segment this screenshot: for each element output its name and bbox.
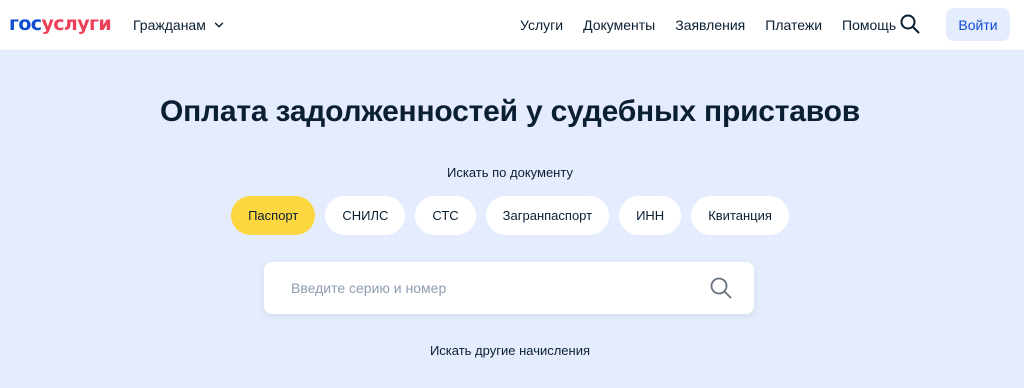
document-number-input[interactable] [264, 262, 704, 314]
chip-receipt[interactable]: Квитанция [691, 196, 789, 235]
logo-part-uslugi: услуги [41, 13, 112, 35]
chip-foreign-passport[interactable]: Загранпаспорт [485, 196, 610, 235]
nav-item-help[interactable]: Помощь [842, 16, 896, 34]
citizens-label: Гражданам [133, 17, 206, 33]
search-icon[interactable] [709, 276, 733, 300]
logo-part-gos: гос [9, 13, 42, 35]
nav-item-services[interactable]: Услуги [520, 16, 563, 34]
search-icon[interactable] [899, 13, 921, 35]
login-button[interactable]: Войти [946, 8, 1010, 41]
document-type-chips: Паспорт СНИЛС СТС Загранпаспорт ИНН Квит… [0, 196, 1020, 235]
chip-inn[interactable]: ИНН [619, 196, 682, 235]
gosuslugi-logo[interactable]: госуслуги [9, 13, 112, 35]
chevron-down-icon [214, 22, 224, 28]
main-nav: Услуги Документы Заявления Платежи Помощ… [520, 16, 896, 34]
chip-snils[interactable]: СНИЛС [325, 196, 406, 235]
nav-item-documents[interactable]: Документы [583, 16, 655, 34]
search-other-charges-link[interactable]: Искать другие начисления [0, 342, 1020, 360]
document-search-subtitle: Искать по документу [447, 165, 573, 180]
nav-item-applications[interactable]: Заявления [675, 16, 745, 34]
site-header: госуслуги Гражданам Услуги Документы Зая… [0, 0, 1024, 50]
header-divider [0, 50, 1024, 51]
page-title: Оплата задолженностей у судебных пристав… [160, 95, 860, 128]
chip-sts[interactable]: СТС [415, 196, 476, 235]
citizens-dropdown[interactable]: Гражданам [133, 16, 224, 34]
chip-passport[interactable]: Паспорт [231, 196, 316, 235]
document-search-box [264, 262, 754, 314]
nav-item-payments[interactable]: Платежи [765, 16, 822, 34]
